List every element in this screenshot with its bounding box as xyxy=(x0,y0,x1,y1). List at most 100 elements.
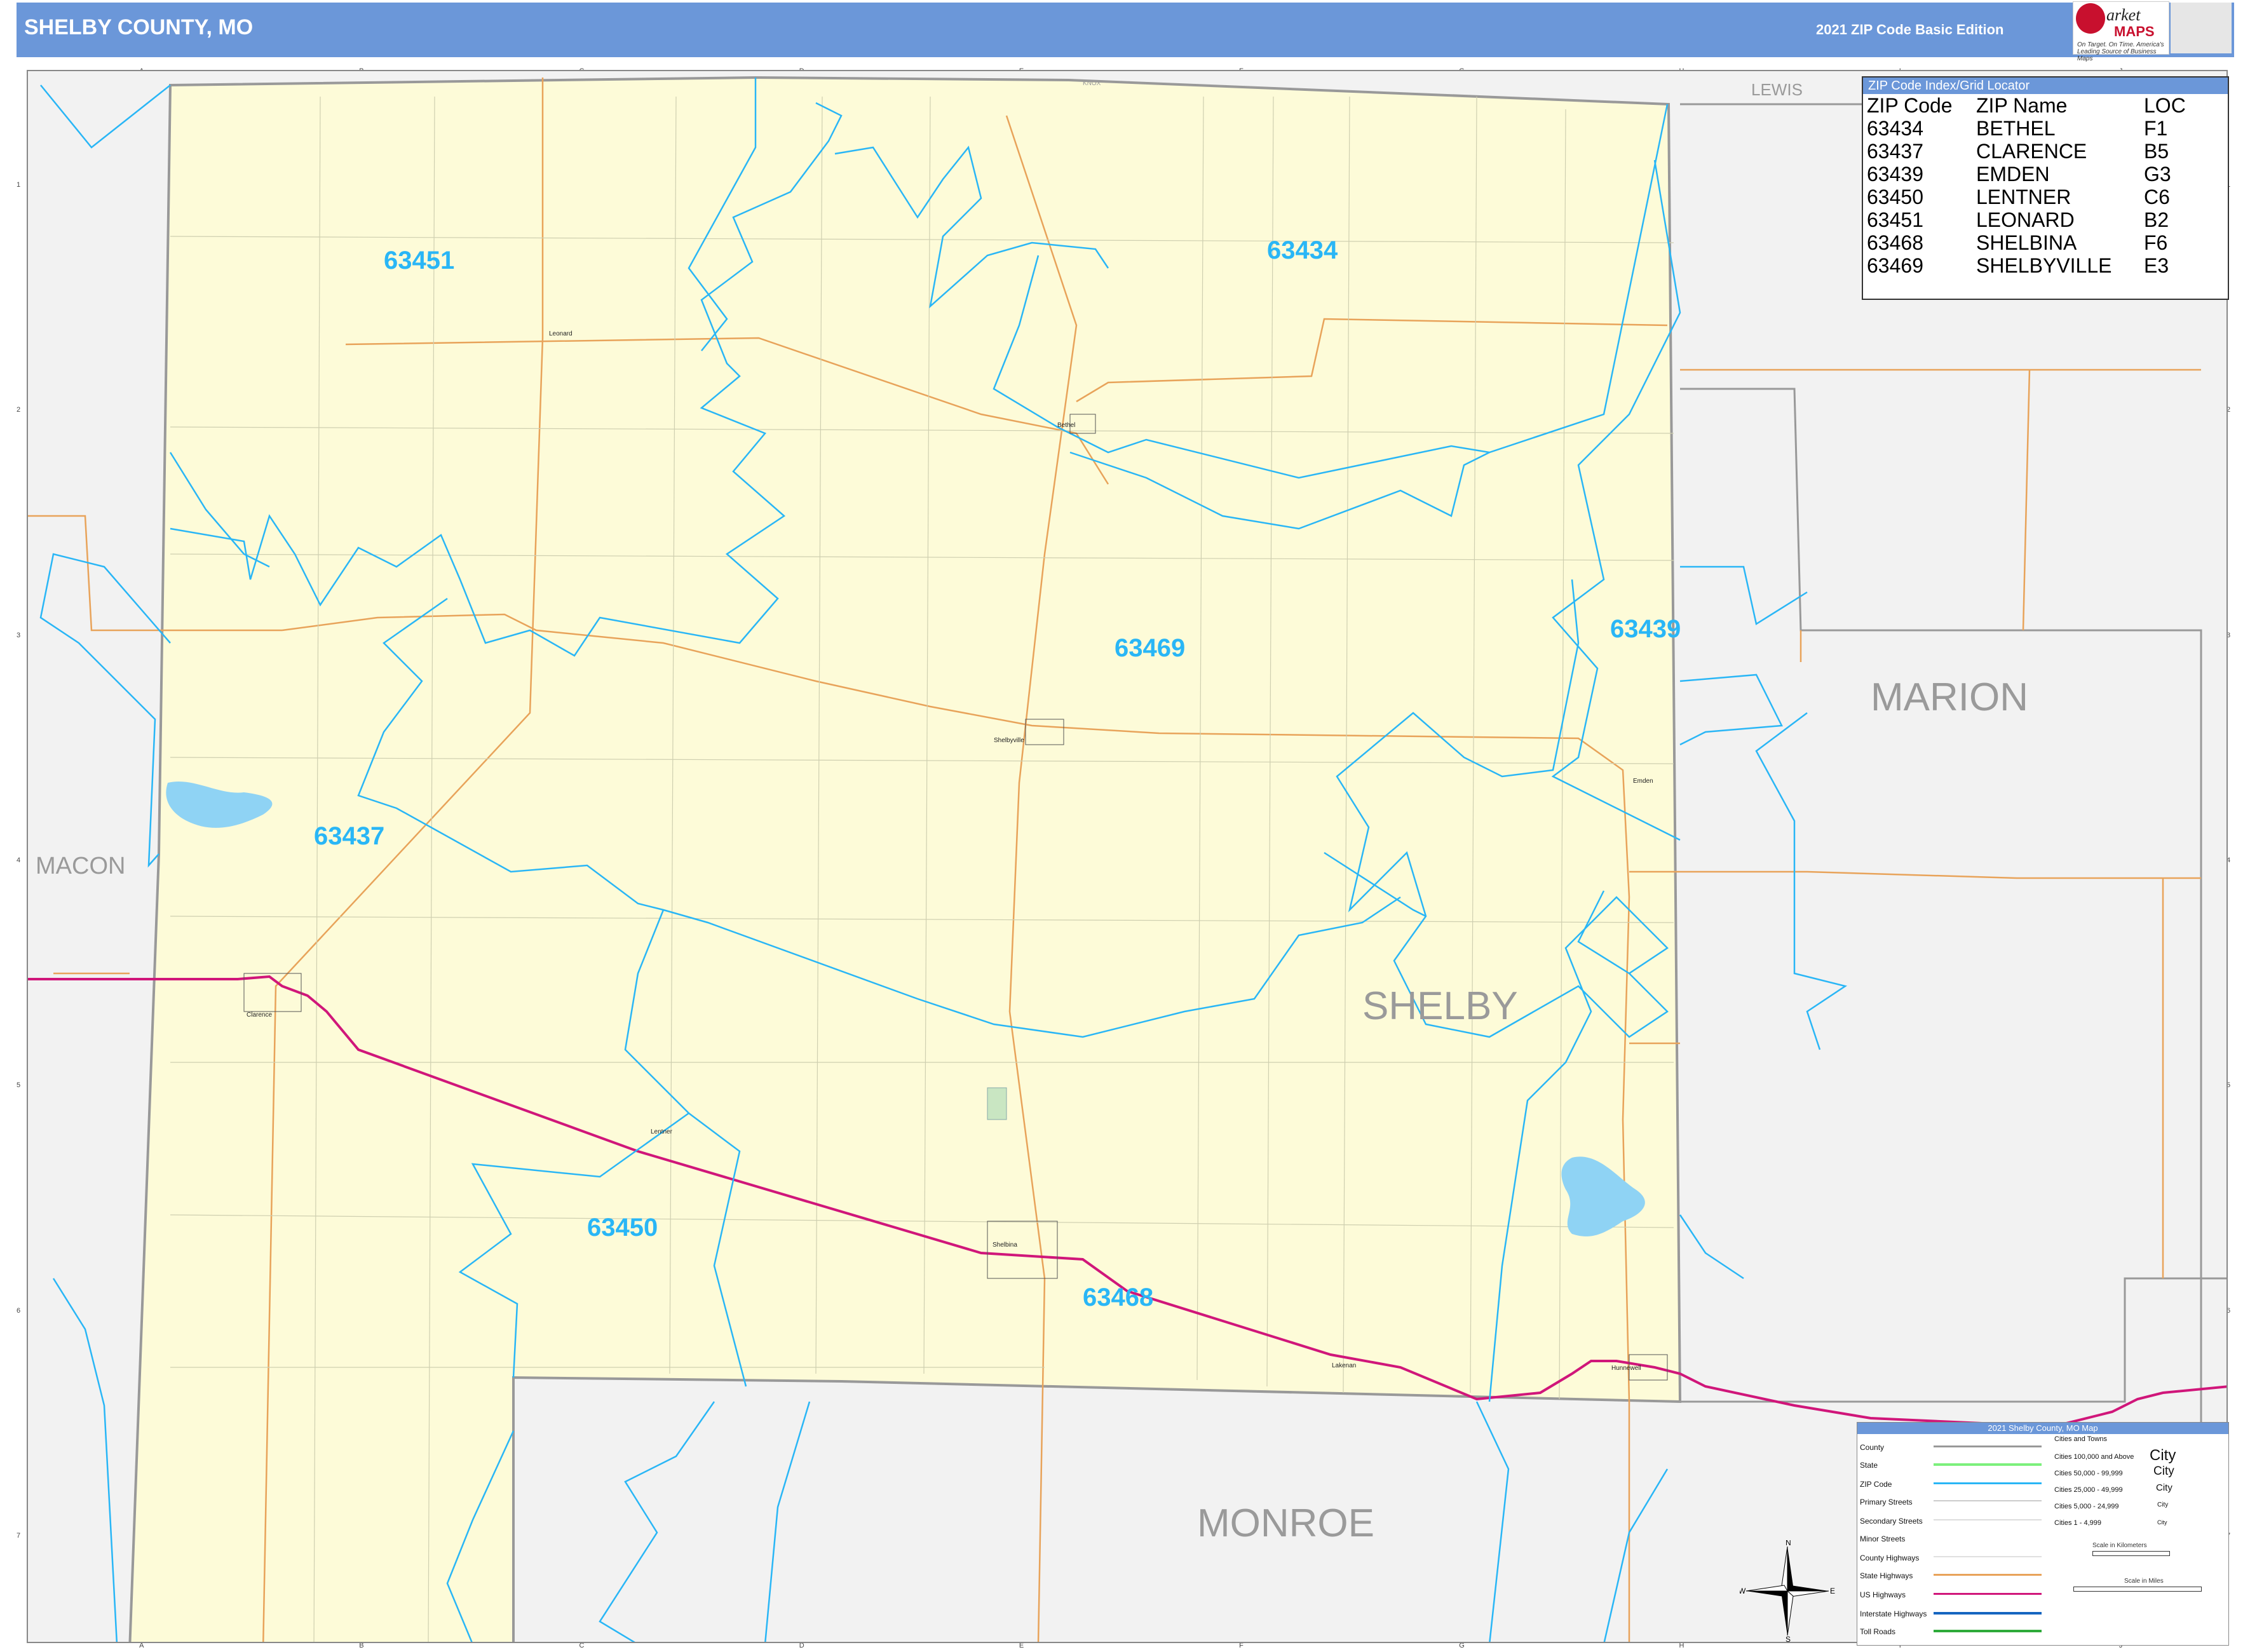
zip-loc-cell: F6 xyxy=(2144,231,2168,254)
grid-row-label: 4 xyxy=(17,856,21,864)
compass-rose-icon: N S E W xyxy=(1740,1540,1835,1642)
town-label-lakenan: Lakenan xyxy=(1332,1362,1357,1369)
compass-e: E xyxy=(1830,1587,1835,1595)
legend-primary: Primary Streets xyxy=(1860,1498,1913,1506)
shelby-county-area xyxy=(128,76,1682,1642)
zip-name-cell: BETHEL xyxy=(1976,117,2056,140)
contact-box xyxy=(2171,3,2232,53)
zip-name-cell: EMDEN xyxy=(1976,163,2050,186)
zip-index-title: ZIP Code Index/Grid Locator xyxy=(1863,78,2228,94)
zip-code-cell: 63437 xyxy=(1867,140,1923,163)
grid-row-label: 7 xyxy=(17,1531,21,1540)
logo-name-bottom: MAPS xyxy=(2114,24,2155,39)
zip-loc-cell: B5 xyxy=(2144,140,2169,163)
zip-index-row: 63434 BETHEL F1 xyxy=(1863,117,2190,140)
scale-km-bar xyxy=(2092,1551,2170,1556)
grid-row-label: 2 xyxy=(17,406,21,414)
zip-index-row: 63450 LENTNER C6 xyxy=(1863,186,2190,208)
scale-mi-label: Scale in Miles xyxy=(2124,1578,2164,1585)
legend-county: County xyxy=(1860,1443,1885,1452)
zip-index-header-loc: LOC xyxy=(2144,94,2186,117)
legend-toll-line xyxy=(1934,1630,2042,1632)
legend-secondary-line xyxy=(1934,1519,2042,1520)
map-title: SHELBY COUNTY, MO xyxy=(24,15,254,39)
zip-code-cell: 63439 xyxy=(1867,163,1923,186)
legend-city-range-4: Cities 5,000 - 24,999 xyxy=(2054,1503,2119,1510)
legend-city-range-2: Cities 50,000 - 99,999 xyxy=(2054,1470,2123,1477)
zip-label-63468: 63468 xyxy=(1083,1283,1154,1311)
zip-index-row: 63439 EMDEN G3 xyxy=(1863,163,2190,186)
legend-county-line xyxy=(1934,1446,2042,1447)
zip-code-cell: 63468 xyxy=(1867,231,1923,254)
zip-name-cell: CLARENCE xyxy=(1976,140,2087,163)
legend-city-sample-2: City xyxy=(2153,1465,2174,1478)
logo-slogan: On Target. On Time. America's Leading So… xyxy=(2077,41,2164,62)
logo-m-icon xyxy=(2076,3,2105,34)
county-label-macon: MACON xyxy=(36,853,126,879)
grid-rows-left: 1 2 3 4 5 6 7 xyxy=(17,69,25,1644)
legend-minor: Minor Streets xyxy=(1860,1534,1906,1543)
zip-code-cell: 63469 xyxy=(1867,254,1923,277)
logo-name-top: arket xyxy=(2106,6,2141,24)
legend-interstate: Interstate Highways xyxy=(1860,1609,1927,1618)
legend-county-hwy: County Highways xyxy=(1860,1554,1920,1562)
legend-city-sample-5: City xyxy=(2157,1519,2167,1526)
zip-label-63437: 63437 xyxy=(314,822,385,850)
zip-index-row: 63469 SHELBYVILLE E3 xyxy=(1863,254,2190,277)
zip-code-cell: 63434 xyxy=(1867,117,1923,140)
legend-zip-line xyxy=(1934,1482,2042,1484)
legend-state-line xyxy=(1934,1463,2042,1466)
town-label-bethel: Bethel xyxy=(1057,422,1076,429)
legend-city-sample-1: City xyxy=(2150,1447,2176,1464)
map-header: SHELBY COUNTY, MO 2021 ZIP Code Basic Ed… xyxy=(17,3,2234,57)
zip-loc-cell: F1 xyxy=(2144,117,2168,140)
zip-label-63434: 63434 xyxy=(1267,236,1338,264)
county-label-marion: MARION xyxy=(1871,675,2028,719)
town-label-hunnewell: Hunnewell xyxy=(1611,1365,1641,1372)
legend-us-hwy-line xyxy=(1934,1593,2042,1595)
town-label-clarence: Clarence xyxy=(247,1012,273,1019)
legend-title: 2021 Shelby County, MO Map xyxy=(1857,1423,2228,1434)
legend-city-range-3: Cities 25,000 - 49,999 xyxy=(2054,1486,2123,1494)
zip-loc-cell: E3 xyxy=(2144,254,2169,277)
legend-city-sample-3: City xyxy=(2156,1482,2172,1493)
compass-n: N xyxy=(1786,1540,1791,1547)
zip-index-table: ZIP Code Index/Grid Locator ZIP Code ZIP… xyxy=(1862,76,2229,300)
zip-name-cell: LENTNER xyxy=(1976,186,2071,208)
grid-row-label: 6 xyxy=(17,1306,21,1315)
compass-s: S xyxy=(1786,1635,1791,1642)
legend-cities-header: Cities and Towns xyxy=(2054,1435,2107,1443)
legend-us-hwy: US Highways xyxy=(1860,1590,1906,1599)
map-canvas xyxy=(28,76,2226,1642)
legend-secondary: Secondary Streets xyxy=(1860,1517,1923,1526)
map-legend: 2021 Shelby County, MO Map County State … xyxy=(1857,1422,2229,1646)
legend-zip: ZIP Code xyxy=(1860,1480,1892,1489)
zip-index-header-row: ZIP Code ZIP Name LOC xyxy=(1863,94,2190,117)
town-label-shelbyville: Shelbyville xyxy=(994,737,1024,744)
county-label-lewis: LEWIS xyxy=(1751,80,1803,99)
legend-state-hwy: State Highways xyxy=(1860,1571,1913,1580)
grid-row-label: 5 xyxy=(17,1081,21,1090)
grid-rows-right: 1234567 xyxy=(2226,69,2235,1644)
edition-label: 2021 ZIP Code Basic Edition xyxy=(1816,22,2004,37)
scale-mi-bar xyxy=(2073,1587,2202,1592)
zip-code-cell: 63451 xyxy=(1867,208,1923,231)
legend-state: State xyxy=(1860,1461,1878,1470)
zip-loc-cell: G3 xyxy=(2144,163,2171,186)
zip-index-header-code: ZIP Code xyxy=(1867,94,1953,117)
grid-row-label: 3 xyxy=(17,631,21,639)
zip-label-63439: 63439 xyxy=(1610,615,1681,643)
legend-county-hwy-line xyxy=(1934,1556,2042,1557)
town-label-leonard: Leonard xyxy=(549,330,573,337)
zip-loc-cell: B2 xyxy=(2144,208,2169,231)
pond-shelbina xyxy=(987,1087,1007,1120)
zip-index-row: 63437 CLARENCE B5 xyxy=(1863,140,2190,163)
legend-city-sample-4: City xyxy=(2157,1501,2169,1508)
map-frame[interactable]: MARION MACON MONROE LEWIS KNOX SHELBY 63… xyxy=(27,70,2228,1643)
legend-state-hwy-line xyxy=(1934,1574,2042,1576)
zip-index-row: 63468 SHELBINA F6 xyxy=(1863,231,2190,254)
market-maps-logo: arket MAPS On Target. On Time. America's… xyxy=(2073,1,2169,62)
compass-w: W xyxy=(1740,1587,1746,1595)
town-label-lentner: Lentner xyxy=(651,1128,672,1135)
grid-row-label: 1 xyxy=(17,181,21,189)
